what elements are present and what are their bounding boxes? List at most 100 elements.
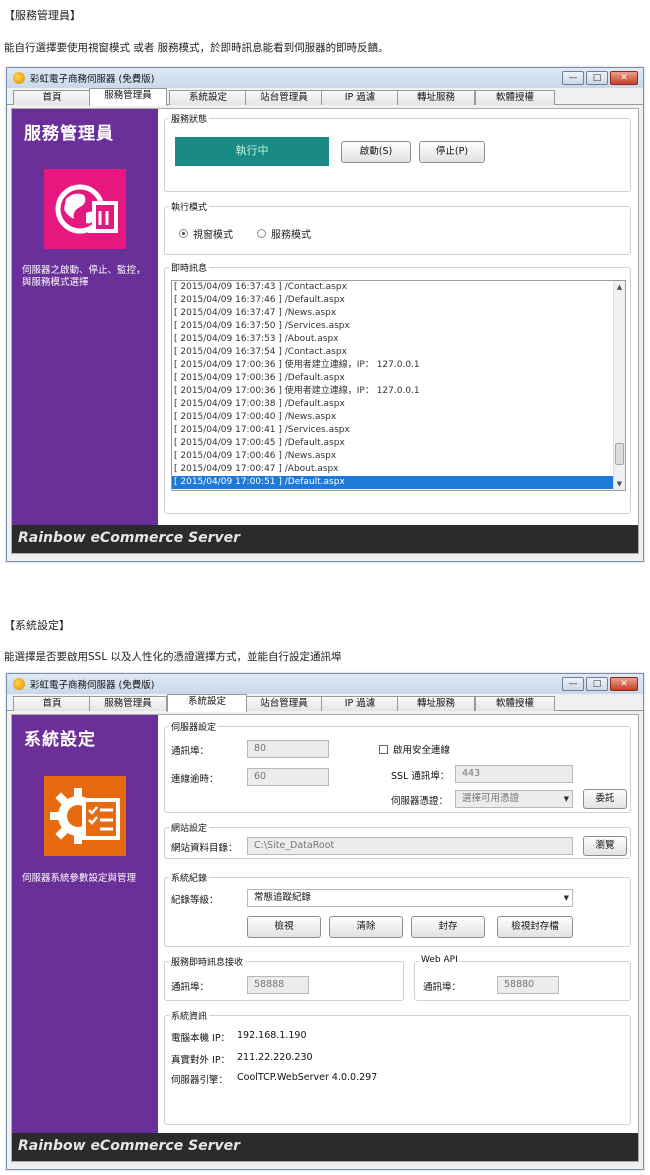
tab-license[interactable]: 軟體授權 [475,696,555,711]
log-entry[interactable]: [ 2015/04/09 16:37:47 ] /News.aspx [172,307,625,320]
system-log-label: 系統紀錄 [169,871,210,884]
close-button[interactable]: ✕ [610,677,638,691]
log-listbox[interactable]: [ 2015/04/09 16:37:43 ] /Contact.aspx[ 2… [171,280,626,491]
realtime-log-group: 即時訊息 [ 2015/04/09 16:37:43 ] /Contact.as… [164,261,631,514]
log-level-label: 紀錄等級： [171,895,219,906]
tab-system-settings[interactable]: 系統設定 [169,90,247,105]
ssl-port-input[interactable]: 443 [455,765,573,783]
sidebar-title: 服務管理員 [24,124,114,144]
chevron-down-icon: ▼ [563,894,569,902]
section2-description: 能選擇是否要啟用SSL 以及人性化的憑證選擇方式，並能自行設定通訊埠 [4,651,342,663]
server-settings-group: 伺服器設定 通訊埠： 80 連線逾時： 60 啟用安全連線 SSL 通訊埠： 4… [164,720,631,813]
site-settings-label: 網站設定 [169,821,210,834]
run-mode-group: 執行模式 視窗模式 服務模式 [164,200,631,255]
ssl-checkbox[interactable]: 啟用安全連線 [379,742,450,756]
register-button[interactable]: 委託 [583,789,627,809]
log-entry[interactable]: [ 2015/04/09 16:37:53 ] /About.aspx [172,333,625,346]
webapi-port-input[interactable]: 58880 [497,976,559,994]
minimize-button[interactable]: — [562,71,584,85]
engine-value: CoolTCP.WebServer 4.0.0.297 [237,1072,378,1083]
port-input[interactable]: 80 [247,740,329,758]
mode-window-radio[interactable]: 視窗模式 [179,226,233,241]
tab-redirect[interactable]: 轉址服務 [397,696,475,711]
log-entry[interactable]: [ 2015/04/09 17:00:36 ] 使用者建立連線，IP： 127.… [172,385,625,398]
ssl-port-label: SSL 通訊埠： [391,771,450,782]
titlebar: 彩虹電子商務伺服器 (免費版) — □ ✕ [7,674,643,694]
log-entry[interactable]: [ 2015/04/09 17:00:38 ] /Default.aspx [172,398,625,411]
log-entry[interactable]: [ 2015/04/09 16:37:43 ] /Contact.aspx [172,281,625,294]
tab-content: 系統設定 伺服器系統參數設定與管理 伺服器設定 通訊埠： 80 連線逾時： 60… [11,714,639,1162]
archive-log-button[interactable]: 封存 [411,916,485,938]
maximize-button[interactable]: □ [586,71,608,85]
log-entry[interactable]: [ 2015/04/09 17:00:41 ] /Services.aspx [172,424,625,437]
log-entry[interactable]: [ 2015/04/09 17:00:47 ] /About.aspx [172,463,625,476]
system-info-label: 系統資訊 [169,1009,210,1022]
service-status-group: 服務狀態 執行中 啟動(S) 停止(P) [164,112,631,192]
site-settings-group: 網站設定 網站資料目錄： C:\Site_DataRoot 瀏覽 [164,821,631,859]
browse-button[interactable]: 瀏覽 [583,836,627,856]
tab-home[interactable]: 首頁 [13,696,91,711]
chevron-down-icon: ▼ [563,795,569,803]
engine-label: 伺服器引擎： [171,1075,229,1086]
log-entry[interactable]: [ 2015/04/09 16:37:54 ] /Contact.aspx [172,346,625,359]
view-log-button[interactable]: 檢視 [247,916,321,938]
clear-log-button[interactable]: 清除 [329,916,403,938]
cert-dropdown[interactable]: 選擇可用憑證 ▼ [455,790,573,808]
sidebar-description: 伺服器系統參數設定與管理 [22,873,137,884]
log-entry[interactable]: [ 2015/04/09 17:00:36 ] 使用者建立連線，IP： 127.… [172,359,625,372]
tab-ip-filter[interactable]: IP 過濾 [321,696,399,711]
log-entry[interactable]: [ 2015/04/09 17:00:36 ] /Default.aspx [172,372,625,385]
realtime-log-label: 即時訊息 [169,261,210,274]
tab-redirect[interactable]: 轉址服務 [397,90,475,105]
maximize-button[interactable]: □ [586,677,608,691]
view-archive-button[interactable]: 檢視封存檔 [497,916,573,938]
port-label: 通訊埠： [171,746,210,757]
service-status-label: 服務狀態 [169,112,210,125]
log-entry[interactable]: [ 2015/04/09 16:37:50 ] /Services.aspx [172,320,625,333]
log-entry[interactable]: [ 2015/04/09 17:00:51 ] /Default.aspx [172,476,625,489]
log-entry[interactable]: [ 2015/04/09 17:00:40 ] /News.aspx [172,411,625,424]
mode-service-radio[interactable]: 服務模式 [257,226,311,241]
sidebar: 系統設定 伺服器系統參數設定與管理 [12,715,158,1161]
tab-site-manager[interactable]: 站台管理員 [245,696,323,711]
close-button[interactable]: ✕ [610,71,638,85]
site-dir-label: 網站資料目錄： [171,843,238,854]
log-level-dropdown[interactable]: 常態追蹤紀錄 ▼ [247,889,573,907]
realtime-receive-label: 服務即時訊息接收 [169,955,246,968]
timeout-input[interactable]: 60 [247,768,329,786]
log-scrollbar[interactable]: ▲ ▼ [613,281,625,490]
log-entry[interactable]: [ 2015/04/09 17:00:46 ] /News.aspx [172,450,625,463]
log-entry[interactable]: [ 2015/04/09 17:00:45 ] /Default.aspx [172,437,625,450]
public-ip-label: 真實對外 IP： [171,1055,231,1066]
footer: Rainbow eCommerce Server [12,525,638,553]
sidebar: 服務管理員 伺服器之啟動、停止、監控，與服務模式選擇 [12,109,158,553]
realtime-port-input[interactable]: 58888 [247,976,309,994]
checkbox-unchecked-icon [379,744,388,754]
minimize-button[interactable]: — [562,677,584,691]
tab-license[interactable]: 軟體授權 [475,90,555,105]
scroll-up-icon[interactable]: ▲ [614,281,625,293]
tab-site-manager[interactable]: 站台管理員 [245,90,323,105]
radio-selected-icon [179,229,188,238]
scroll-thumb[interactable] [615,443,624,465]
system-settings-window: 彩虹電子商務伺服器 (免費版) — □ ✕ 首頁 服務管理員 系統設定 站台管理… [6,673,644,1170]
section1-description: 能自行選擇要使用視窗模式 或者 服務模式，於即時訊息能看到伺服器的即時反饋。 [4,42,389,54]
site-dir-input[interactable]: C:\Site_DataRoot [247,837,573,855]
stop-button[interactable]: 停止(P) [419,141,485,163]
window-title: 彩虹電子商務伺服器 (免費版) [30,74,155,85]
window-title: 彩虹電子商務伺服器 (免費版) [30,680,155,691]
scroll-down-icon[interactable]: ▼ [614,478,625,490]
timeout-label: 連線逾時： [171,774,219,785]
footer-brand: Rainbow eCommerce Server [18,1138,241,1154]
section1-heading: 【服務管理員】 [4,9,81,22]
tab-home[interactable]: 首頁 [13,90,91,105]
log-entry[interactable]: [ 2015/04/09 16:37:46 ] /Default.aspx [172,294,625,307]
tab-ip-filter[interactable]: IP 過濾 [321,90,399,105]
tab-system-settings[interactable]: 系統設定 [167,694,247,712]
tab-service-manager[interactable]: 服務管理員 [89,696,167,711]
start-button[interactable]: 啟動(S) [341,141,411,163]
realtime-receive-group: 服務即時訊息接收 通訊埠： 58888 [164,955,404,1001]
sidebar-title: 系統設定 [24,730,96,750]
server-settings-label: 伺服器設定 [169,720,219,733]
tab-service-manager[interactable]: 服務管理員 [89,88,167,106]
